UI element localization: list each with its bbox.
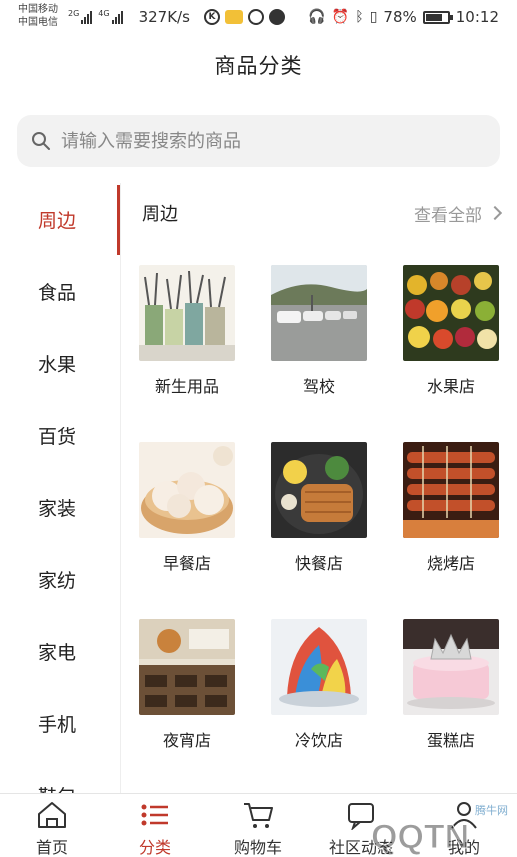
headset-icon: 🎧 [308,9,326,25]
alarm-icon: ⏰ [331,9,350,25]
carrier-2: 中国电信 [18,17,58,28]
bluetooth-icon: ᛒ [355,9,364,25]
sidebar-item-zhoubian[interactable]: 周边 [0,183,120,255]
grid-item-fast-food[interactable]: 快餐店 [264,442,374,574]
record-icon [268,9,285,25]
driving-school-image [271,265,367,361]
list-icon [141,804,168,826]
home-icon [38,802,66,828]
grid-item-stationery[interactable]: 新生用品 [132,265,242,397]
page-title: 商品分类 [214,54,303,78]
section-header: 周边 查看全部 [142,200,503,226]
category-sidebar: 周边 食品 水果 百货 家装 家纺 家电 手机 鞋包 [0,183,120,793]
signal-1-icon: 2G [68,9,93,24]
view-all-link[interactable]: 查看全部 [414,201,503,226]
nav-cart[interactable]: 购物车 [213,800,303,857]
night-snack-image [139,619,235,715]
stationery-image [139,265,235,361]
cake-image [403,619,499,715]
grid-item-label: 快餐店 [294,554,343,573]
fast-food-image [271,442,367,538]
network-type-1: 2G [68,9,80,18]
grid-item-label: 烧烤店 [426,554,475,573]
sidebar-item-home-decor[interactable]: 家装 [0,471,120,543]
nav-label: 首页 [35,838,68,857]
status-bar: 中国移动 中国电信 2G 4G 327K/s K 🎧 ⏰ ᛒ ▯ 78% 10:… [0,0,517,34]
cold-drink-image [271,619,367,715]
breakfast-image [139,442,235,538]
section-title: 周边 [142,204,178,225]
grid-item-breakfast[interactable]: 早餐店 [132,442,242,574]
clock: 10:12 [455,8,499,26]
network-type-2: 4G [98,9,110,18]
grid-item-barbecue[interactable]: 烧烤店 [396,442,506,574]
fruit-store-image [403,265,499,361]
grid-item-cake[interactable]: 蛋糕店 [396,619,506,751]
grid-item-night-snack[interactable]: 夜宵店 [132,619,242,751]
sync-icon [247,9,264,25]
grid-item-label: 早餐店 [162,554,211,573]
search-bar[interactable] [17,115,500,167]
grid-item-cold-drink[interactable]: 冷饮店 [264,619,374,751]
nav-label: 购物车 [233,838,282,857]
vibrate-icon: ▯ [369,9,378,25]
nav-home[interactable]: 首页 [7,800,97,857]
sidebar-divider [120,183,121,793]
grid-item-label: 新生用品 [154,377,219,396]
grid-item-fruit-store[interactable]: 水果店 [396,265,506,397]
sidebar-item-phones[interactable]: 手机 [0,687,120,759]
watermark-text: QQTN [371,818,469,856]
grid-item-label: 冷饮店 [294,731,343,750]
sidebar-item-food[interactable]: 食品 [0,255,120,327]
sidebar-item-appliances[interactable]: 家电 [0,615,120,687]
battery-percent: 78% [383,8,417,26]
sidebar-item-fruit[interactable]: 水果 [0,327,120,399]
grid-item-label: 驾校 [302,377,335,396]
k-app-icon: K [203,9,220,25]
grid-item-driving-school[interactable]: 驾校 [264,265,374,397]
grid-item-label: 夜宵店 [162,731,211,750]
sidebar-item-shoes-bags[interactable]: 鞋包 [0,759,120,794]
cart-icon [244,803,273,828]
nav-label: 分类 [138,838,171,857]
nav-category[interactable]: 分类 [110,800,200,857]
barbecue-image [403,442,499,538]
signal-2-icon: 4G [98,9,123,24]
carrier-1: 中国移动 [18,4,58,15]
chevron-right-icon [487,205,503,221]
grid-item-label: 水果店 [426,377,475,396]
mail-icon [224,10,243,24]
watermark-logo: 腾牛网 QQTN [371,803,509,856]
battery-icon [422,10,453,24]
watermark-subtext: 腾牛网 [475,803,508,817]
network-speed: 327K/s [138,8,190,26]
search-icon [32,132,50,150]
carrier-info: 中国移动 中国电信 [18,3,58,29]
view-all-label: 查看全部 [414,205,482,226]
search-input[interactable] [61,130,481,152]
sidebar-item-textiles[interactable]: 家纺 [0,543,120,615]
sidebar-item-general[interactable]: 百货 [0,399,120,471]
grid-item-label: 蛋糕店 [426,731,475,750]
